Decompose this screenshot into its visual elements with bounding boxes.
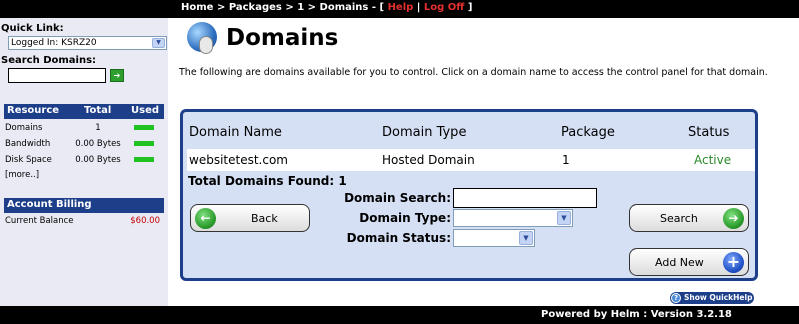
domain-search-input[interactable] <box>453 188 597 208</box>
billing-header-label: Account Billing <box>7 199 92 210</box>
breadcrumb-domains: Domains <box>319 2 372 13</box>
breadcrumb: Home > Packages > 1 > Domains - [ Help |… <box>181 2 472 13</box>
back-button-label: Back <box>251 212 278 225</box>
breadcrumb-home[interactable]: Home <box>181 2 217 13</box>
balance-amount: $60.00 <box>130 216 160 226</box>
resource-col-header: Resource <box>7 105 60 116</box>
resource-row: Disk Space 0.00 Bytes <box>5 153 161 167</box>
usage-bar <box>134 125 154 130</box>
search-button-label: Search <box>660 212 698 225</box>
bracket-close: ] <box>467 2 473 13</box>
quick-link-select[interactable]: Logged In: KSRZ20 ▼ <box>8 36 167 50</box>
resource-total: 1 <box>95 123 101 133</box>
globe-icon <box>187 22 217 54</box>
top-bar: Home > Packages > 1 > Domains - [ Help |… <box>0 0 799 18</box>
used-col-header: Used <box>131 105 160 116</box>
footer: Powered by Helm : Version 3.2.18 <box>0 306 799 324</box>
col-domain-type: Domain Type <box>382 125 467 140</box>
domain-status-label: Domain Status: <box>346 231 451 245</box>
mouse-icon <box>199 36 213 54</box>
search-button[interactable]: Search ➔ <box>629 204 749 232</box>
total-domains: Total Domains Found: 1 <box>188 174 347 188</box>
search-domains-label: Search Domains: <box>1 55 97 66</box>
pipe-divider: | <box>416 2 424 13</box>
help-link[interactable]: Help <box>388 2 417 13</box>
usage-bar <box>134 141 154 146</box>
quickhelp-label: Show QuickHelp <box>684 293 753 302</box>
resource-row: Domains 1 <box>5 121 161 135</box>
breadcrumb-separator: > <box>216 2 229 13</box>
back-button[interactable]: ← Back <box>190 204 310 232</box>
balance-row: Current Balance $60.00 <box>5 216 160 226</box>
more-resources-link[interactable]: [more..] <box>5 170 39 180</box>
page: Home > Packages > 1 > Domains - [ Help |… <box>0 0 799 324</box>
resource-name[interactable]: Disk Space <box>5 155 52 165</box>
arrow-left-icon: ← <box>195 208 216 229</box>
page-title: Domains <box>226 25 339 51</box>
plus-icon: + <box>723 252 744 273</box>
breadcrumb-separator: > <box>285 2 298 13</box>
col-package: Package <box>561 125 615 140</box>
bracket-open: [ <box>379 2 388 13</box>
resource-name[interactable]: Bandwidth <box>5 139 50 149</box>
resource-header: Resource Total Used <box>4 104 164 119</box>
total-col-header: Total <box>84 105 112 116</box>
footer-text: Powered by Helm : Version 3.2.18 <box>541 309 732 320</box>
chevron-down-icon: ▼ <box>557 211 571 225</box>
billing-header: Account Billing <box>4 198 164 213</box>
domains-panel: Domain Name Domain Type Package Status w… <box>180 109 758 281</box>
table-header: Domain Name Domain Type Package Status <box>183 114 755 146</box>
quick-link-value: Logged In: KSRZ20 <box>11 38 97 48</box>
domain-type-label: Domain Type: <box>359 211 451 225</box>
balance-label: Current Balance <box>5 216 74 226</box>
add-new-label: Add New <box>655 256 704 269</box>
breadcrumb-dash: - <box>371 2 380 13</box>
resource-total: 0.00 Bytes <box>75 155 121 165</box>
chevron-down-icon: ▼ <box>152 38 165 48</box>
search-go-icon[interactable]: ➔ <box>110 69 124 82</box>
domain-type: Hosted Domain <box>382 153 475 167</box>
log-off-link[interactable]: Log Off <box>424 2 468 13</box>
domain-name-link[interactable]: websitetest.com <box>189 153 288 167</box>
resource-row: Bandwidth 0.00 Bytes <box>5 137 161 151</box>
status-badge: Active <box>694 153 732 167</box>
intro-text: The following are domains available for … <box>179 67 768 78</box>
add-new-button[interactable]: Add New + <box>629 248 749 276</box>
chevron-down-icon: ▼ <box>519 231 533 245</box>
usage-bar <box>134 157 154 162</box>
breadcrumb-packages[interactable]: Packages <box>229 2 286 13</box>
domain-status-select[interactable]: ▼ <box>453 229 535 247</box>
resource-name[interactable]: Domains <box>5 123 42 133</box>
search-domains-input[interactable] <box>8 68 106 83</box>
help-icon: ? <box>671 293 681 303</box>
quick-link-label: Quick Link: <box>1 23 64 34</box>
domain-package: 1 <box>562 153 570 167</box>
arrow-right-icon: ➔ <box>723 208 744 229</box>
breadcrumb-separator: > <box>307 2 320 13</box>
col-status: Status <box>688 125 730 140</box>
table-row[interactable]: websitetest.com Hosted Domain 1 Active <box>187 149 755 171</box>
sidebar: Quick Link: Logged In: KSRZ20 ▼ Search D… <box>0 18 168 306</box>
breadcrumb-package-id[interactable]: 1 <box>297 2 307 13</box>
domain-type-select[interactable]: ▼ <box>453 209 573 227</box>
show-quickhelp-button[interactable]: ? Show QuickHelp <box>670 292 754 304</box>
domain-search-label: Domain Search: <box>344 191 451 205</box>
resource-total: 0.00 Bytes <box>75 139 121 149</box>
col-domain-name: Domain Name <box>189 125 282 140</box>
